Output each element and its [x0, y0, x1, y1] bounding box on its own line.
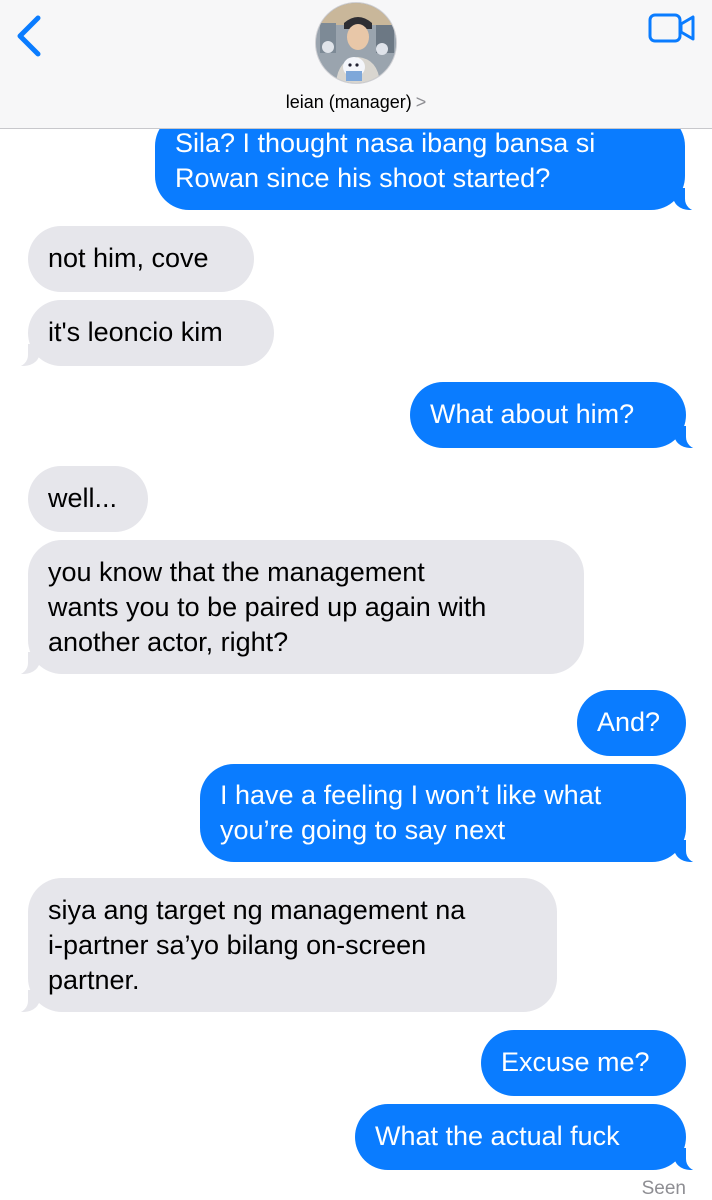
contact-photo [316, 3, 396, 83]
video-camera-icon [648, 13, 695, 43]
chevron-right-icon: > [415, 92, 427, 112]
message-bubble-outgoing[interactable]: Excuse me? [481, 1030, 686, 1096]
video-call-button[interactable] [648, 12, 696, 44]
contact-avatar[interactable] [315, 2, 397, 84]
message-bubble-incoming[interactable]: siya ang target ng management na i-partn… [8, 878, 557, 1013]
message-bubble-incoming[interactable]: not him, cove [28, 226, 254, 292]
message-bubble-outgoing[interactable]: What the actual fuck [355, 1104, 706, 1171]
message-bubble-outgoing[interactable]: What about him? [410, 382, 706, 449]
message-bubble-incoming[interactable]: well... [28, 466, 148, 532]
imessage-conversation: Sila? I thought nasa ibang bansa si Rowa… [0, 0, 712, 1200]
message-bubble-outgoing[interactable]: And? [577, 690, 686, 756]
message-bubble-incoming[interactable]: you know that the management wants you t… [8, 540, 584, 675]
read-receipt: Seen [641, 1178, 686, 1199]
message-bubble-outgoing[interactable]: I have a feeling I won’t like what you’r… [200, 764, 706, 863]
back-button[interactable] [12, 14, 48, 58]
conversation-header: leian (manager) > [0, 0, 712, 129]
contact-name[interactable]: leian (manager) > [0, 92, 712, 113]
chevron-left-icon [17, 15, 41, 57]
contact-name-label: leian (manager) [285, 92, 412, 112]
message-bubble-incoming[interactable]: it's leoncio kim [8, 300, 274, 367]
